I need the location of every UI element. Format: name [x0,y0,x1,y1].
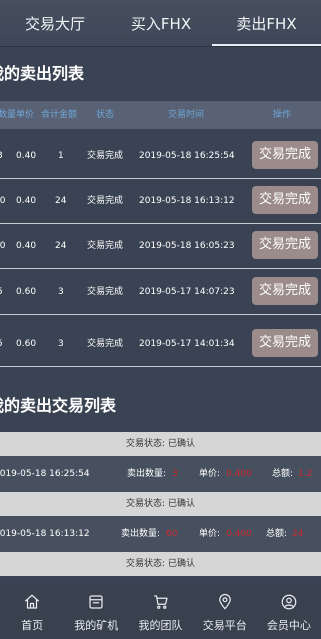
header-status: 状态 [96,110,115,120]
cart-icon [153,595,168,609]
nav-label: 首页 [21,619,44,632]
tab-buy-fhx[interactable]: 买入FHX [110,0,212,46]
nav-label: 我的团队 [138,619,183,632]
trade-complete-button[interactable]: 交易完成 [252,186,318,214]
cell-qty: 5 [0,322,3,366]
total-label: 总额: [266,529,288,539]
top-tab-bar: 交易大厅 买入FHX 卖出FHX [0,0,321,47]
trade-complete-button[interactable]: 交易完成 [252,141,318,169]
total-value: 24 [292,529,304,539]
trade-complete-button[interactable]: 交易完成 [252,231,318,259]
trade-status-bar: 交易状态: 已确认 [0,552,321,576]
cell-status: 交易完成 [87,196,124,206]
price-label: 单价: [199,469,221,479]
trade-status-bar: 交易状态: 已确认 [0,492,321,516]
sell-qty-label: 卖出数量: [127,469,167,479]
section-title-sell-list: 我的卖出列表 [0,64,85,83]
bottom-nav: 首页 我的矿机 我的团队 交易平台 会员中心 [0,584,321,639]
cell-qty: 60 [0,241,6,251]
tab-trade-hall[interactable]: 交易大厅 [0,0,110,46]
nav-label: 我的矿机 [74,619,119,632]
trade-detail-row: 2019-05-18 16:25:54 卖出数量: 3 单价: 0.400 总额… [0,456,321,492]
cell-qty: 60 [0,196,6,206]
table-row: 5 0.60 3 交易完成 2019-05-17 14:07:23 交易完成 [0,270,321,315]
table-row: 60 0.40 24 交易完成 2019-05-18 16:05:23 交易完成 [0,224,321,269]
nav-my-team[interactable]: 我的团队 [128,584,192,639]
header-time: 交易时间 [168,110,205,120]
price-label: 单价: [199,529,221,539]
trade-time: 2019-05-18 16:13:12 [0,529,90,539]
cell-status: 交易完成 [87,151,124,161]
user-icon [281,594,297,610]
sell-qty-value: 3 [172,469,178,479]
home-icon [24,594,40,609]
table-header: 数量 单价 合计金额 状态 交易时间 操作 [0,101,321,129]
nav-trade-platform[interactable]: 交易平台 [193,584,257,639]
cell-total: 24 [55,196,67,206]
tab-label: 交易大厅 [24,14,85,33]
nav-label: 会员中心 [266,619,311,632]
cell-status: 交易完成 [87,287,124,297]
nav-label: 交易平台 [202,619,247,632]
table-row: 5 0.60 3 交易完成 2019-05-17 14:01:34 交易完成 [0,322,321,367]
total-label: 总额: [272,469,294,479]
header-qty: 数量 [0,110,17,120]
price-value: 0.400 [226,469,252,479]
cell-status: 交易完成 [87,241,124,251]
header-total: 合计金额 [41,110,78,120]
trade-complete-button[interactable]: 交易完成 [252,329,318,357]
nav-home[interactable]: 首页 [0,584,64,639]
total-value: 1.2 [298,469,313,479]
cell-price: 0.60 [16,339,37,349]
cell-time: 2019-05-17 14:01:34 [139,339,235,349]
cell-qty: 3 [0,134,3,178]
section-title-sell-trades: 我的卖出交易列表 [0,396,117,415]
cell-price: 0.40 [16,151,37,161]
cell-qty: 5 [0,270,3,314]
cell-time: 2019-05-17 14:07:23 [139,287,235,297]
tab-sell-fhx[interactable]: 卖出FHX [212,0,321,46]
trade-detail-row: 2019-05-18 16:13:12 卖出数量: 60 单价: 0.400 总… [0,516,321,552]
trade-time: 2019-05-18 16:25:54 [0,469,90,479]
price-value: 0.400 [226,529,252,539]
cell-time: 2019-05-18 16:05:23 [139,241,235,251]
cell-time: 2019-05-18 16:13:12 [139,196,235,206]
cell-status: 交易完成 [87,339,124,349]
sell-qty-value: 60 [166,529,178,539]
sell-qty-label: 卖出数量: [121,529,161,539]
header-price: 单价 [16,110,35,120]
cell-total: 1 [58,151,64,161]
tab-label: 卖出FHX [236,14,297,33]
cell-total: 3 [58,339,64,349]
cell-price: 0.60 [16,287,37,297]
header-action: 操作 [273,110,292,120]
cell-price: 0.40 [16,196,37,206]
table-row: 3 0.40 1 交易完成 2019-05-18 16:25:54 交易完成 [0,134,321,179]
nav-my-miner[interactable]: 我的矿机 [64,584,128,639]
cell-total: 3 [58,287,64,297]
tab-label: 买入FHX [130,14,192,33]
cell-time: 2019-05-18 16:25:54 [139,151,235,161]
nav-member-center[interactable]: 会员中心 [257,584,321,639]
cell-price: 0.40 [16,241,37,251]
trade-status-bar: 交易状态: 已确认 [0,432,321,456]
miner-icon [89,595,103,609]
location-pin-icon [218,593,231,610]
cell-total: 24 [55,241,67,251]
trade-complete-button[interactable]: 交易完成 [252,277,318,305]
table-row: 60 0.40 24 交易完成 2019-05-18 16:13:12 交易完成 [0,179,321,224]
